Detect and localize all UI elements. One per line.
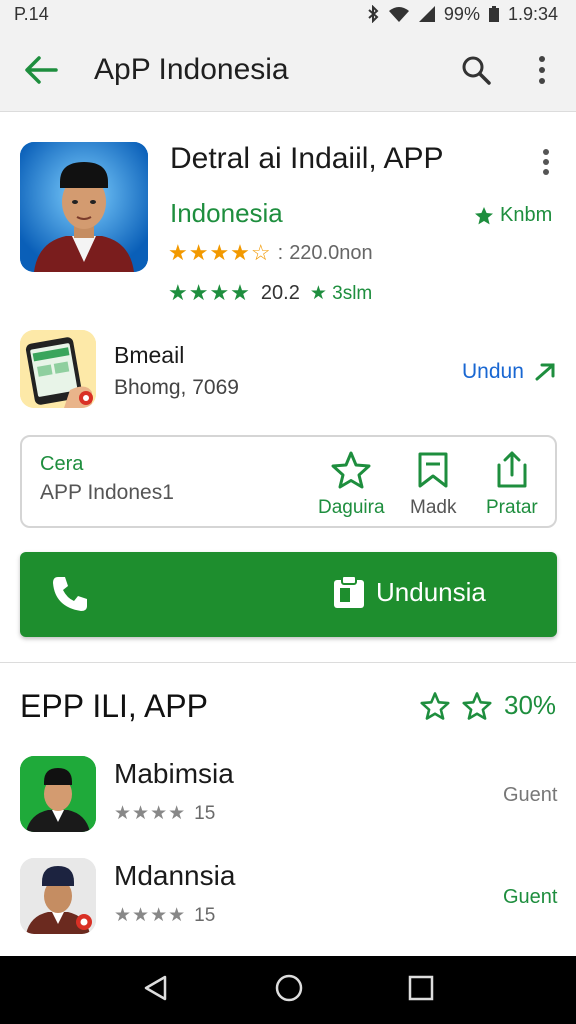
back-button[interactable] <box>6 28 76 112</box>
status-bar: P.14 99% 1.9:34 <box>0 0 576 28</box>
list-item-action[interactable]: Guent <box>503 886 557 909</box>
list-item-rating-text: 15 <box>194 904 216 926</box>
section-divider <box>0 662 576 663</box>
battery-icon <box>488 6 499 22</box>
list-item-rating: ★★★★ 15 <box>114 904 215 927</box>
person-avatar-icon <box>20 142 148 272</box>
bookmark-label: Madk <box>410 497 457 518</box>
wishlist-button[interactable]: Daguira <box>318 451 385 519</box>
install-button[interactable]: Undunsia <box>20 552 557 637</box>
nav-home-button[interactable] <box>274 973 304 1008</box>
person-avatar-icon <box>20 756 96 832</box>
rating-separator: : <box>277 241 284 264</box>
section-rating[interactable]: 30% <box>420 690 556 721</box>
status-time-left: P.14 <box>14 3 49 24</box>
list-item-rating-text: 15 <box>194 802 216 824</box>
list-item-icon <box>20 858 96 934</box>
list-item[interactable]: Mabimsia ★★★★ 15 Guent <box>0 756 576 852</box>
promo-subtitle: Bhomg, 7069 <box>114 376 239 399</box>
promo-title: Bmeail <box>114 342 185 368</box>
phone-hand-icon <box>20 330 96 408</box>
editor-badge: Knbm <box>474 204 552 227</box>
wishlist-label: Daguira <box>318 497 385 518</box>
app-icon <box>20 142 148 272</box>
rating-stars-green: ★★★★ <box>168 280 251 305</box>
rating-value: 20.2 <box>260 281 300 304</box>
rating-row: ★★★★☆ : 220.0non <box>168 240 373 266</box>
app-header: Detral ai Indaiil, APP Indonesia Knbm ★★… <box>0 112 576 312</box>
nav-back-icon <box>144 975 167 1000</box>
badge-label: Knbm <box>500 204 553 226</box>
list-item-action[interactable]: Guent <box>503 784 557 807</box>
rating-stars: ★★★★☆ <box>168 240 272 265</box>
app-overflow-button[interactable] <box>530 144 562 180</box>
list-item-stars: ★★★★ <box>114 905 187 926</box>
share-button[interactable]: Pratar <box>486 451 538 519</box>
share-label: Pratar <box>486 497 538 518</box>
section-title: EPP ILI, APP <box>20 688 208 724</box>
bookmark-button[interactable]: Madk <box>410 451 456 519</box>
star-outline-icon <box>420 691 450 720</box>
rating-extra-text: 3slm <box>332 282 373 304</box>
nav-home-icon <box>275 974 303 1001</box>
overflow-menu-button[interactable] <box>514 42 570 98</box>
overflow-menu-icon <box>543 149 549 175</box>
arrow-ne-icon <box>535 363 555 381</box>
star-outline-icon <box>331 451 371 489</box>
app-bar-title: ApP Indonesia <box>94 52 289 86</box>
search-icon <box>462 56 491 85</box>
nav-back-button[interactable] <box>142 974 170 1007</box>
install-label: Undunsia <box>376 576 486 607</box>
signal-icon <box>418 6 435 22</box>
nav-recents-icon <box>408 975 434 1000</box>
install-label-group: Undunsia <box>332 574 486 610</box>
person-avatar-icon <box>20 858 96 934</box>
promo-action-link[interactable]: Undun <box>462 360 556 384</box>
list-item-icon <box>20 756 96 832</box>
search-button[interactable] <box>448 42 504 98</box>
developer-link[interactable]: Indonesia <box>170 198 283 229</box>
card-title: Cera <box>40 453 84 475</box>
bluetooth-icon <box>368 5 379 23</box>
list-item-rating: ★★★★ 15 <box>114 802 215 825</box>
clipboard-icon <box>334 575 364 608</box>
list-item-stars: ★★★★ <box>114 803 187 824</box>
status-icons: 99% 1.9:34 <box>366 4 558 25</box>
list-item[interactable]: Mdannsia ★★★★ 15 Guent <box>0 858 576 954</box>
back-arrow-icon <box>25 55 58 84</box>
promo-app-icon <box>20 330 96 408</box>
rating-row-secondary: ★★★★ 20.2 ★ 3slm <box>168 280 372 306</box>
badge-star-icon <box>475 206 493 224</box>
overflow-menu-icon <box>539 55 545 84</box>
status-clock: 1.9:34 <box>507 3 558 24</box>
promo-row[interactable]: Bmeail Bhomg, 7069 Undun <box>0 320 576 420</box>
rating-extra: ★ 3slm <box>309 282 373 304</box>
battery-percent: 99% <box>443 3 480 24</box>
wifi-icon <box>388 7 409 22</box>
star-outline-icon <box>462 691 492 720</box>
app-bar: ApP Indonesia <box>0 28 576 112</box>
action-card: Cera APP Indones1 Daguira Madk Pratar <box>20 435 557 528</box>
list-item-title: Mabimsia <box>114 758 234 789</box>
phone-icon <box>53 577 87 611</box>
card-subtitle: APP Indones1 <box>40 481 174 504</box>
section-rating-value: 30% <box>504 690 557 720</box>
list-item-title: Mdannsia <box>114 860 236 891</box>
nav-recents-button[interactable] <box>408 975 434 1006</box>
promo-action-label: Undun <box>462 360 524 383</box>
system-nav-bar <box>0 956 576 1024</box>
app-detail-title: Detral ai Indaiil, APP <box>170 142 444 175</box>
bookmark-icon <box>418 452 448 488</box>
rating-count: 220.0non <box>289 241 373 264</box>
share-icon <box>497 451 527 488</box>
